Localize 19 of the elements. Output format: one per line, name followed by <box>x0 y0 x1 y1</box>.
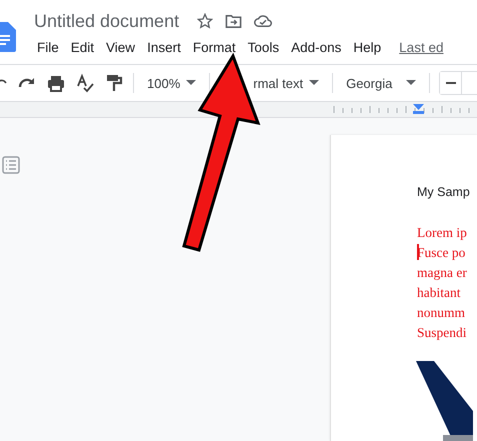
zoom-dropdown[interactable]: 100% <box>143 76 200 90</box>
menu-item[interactable]: Tools <box>242 38 286 57</box>
menu-item[interactable]: Add-ons <box>285 38 348 57</box>
body-text-line: Suspendi <box>417 324 468 342</box>
menu-item[interactable]: File <box>31 38 65 57</box>
menu-item[interactable]: Edit <box>64 38 100 57</box>
body-text-line: Lorem ip <box>417 224 468 242</box>
body-text-line: habitant <box>417 284 462 302</box>
document-heading: My Samp <box>417 185 471 199</box>
menu-item[interactable]: Insert <box>141 38 187 57</box>
menu-item[interactable]: Help <box>347 38 388 57</box>
document-title[interactable]: Untitled document <box>34 10 180 32</box>
body-text-line: magna er <box>417 264 468 282</box>
body-text-line: nonumm <box>417 304 466 322</box>
style-dropdown[interactable]: rmal text <box>249 76 324 90</box>
font-dropdown[interactable]: Georgia <box>342 76 420 90</box>
last-edit-link[interactable]: Last ed <box>399 40 444 55</box>
menu-item[interactable]: View <box>100 38 142 57</box>
menu-item[interactable]: Format <box>186 38 242 57</box>
